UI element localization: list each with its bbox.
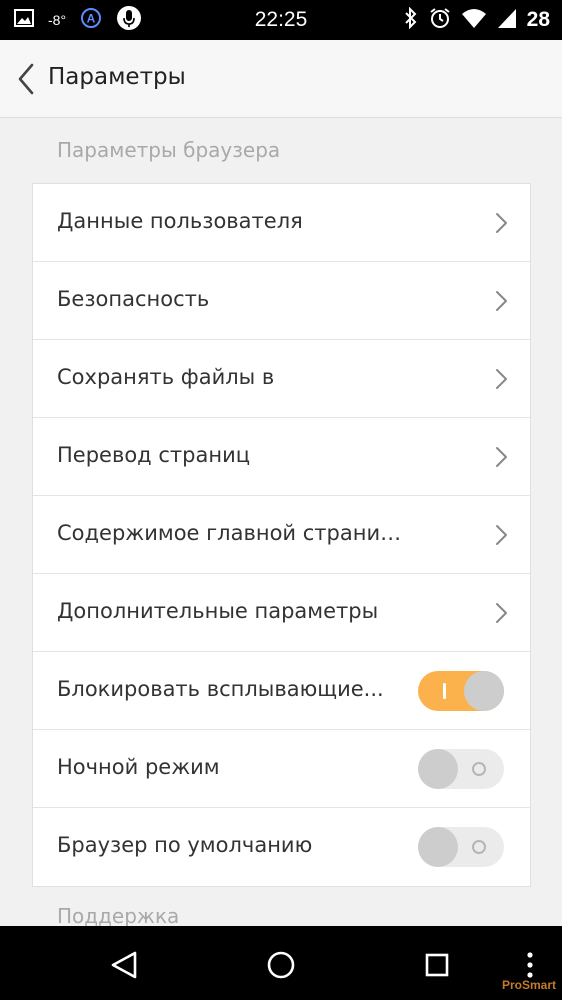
settings-row-label: Браузер по умолчанию	[57, 833, 313, 857]
signal-icon	[497, 7, 517, 33]
settings-row-label: Сохранять файлы в	[57, 365, 275, 389]
alarm-icon	[429, 7, 451, 33]
back-arrow-icon	[18, 63, 34, 95]
settings-row-block-popups: Блокировать всплывающие...	[33, 652, 530, 730]
settings-row-label: Безопасность	[57, 287, 210, 311]
chevron-right-icon	[496, 603, 507, 623]
section-title-browser: Параметры браузера	[57, 138, 281, 162]
nav-more-button[interactable]	[518, 948, 542, 982]
settings-row-label: Содержимое главной страницы	[57, 521, 407, 545]
circle-home-icon	[267, 951, 295, 979]
nav-recents-button[interactable]	[420, 948, 454, 982]
settings-row-label: Ночной режим	[57, 755, 220, 779]
wifi-icon	[461, 7, 487, 33]
settings-card: Данные пользователя Безопасность Сохраня…	[32, 183, 531, 887]
more-vertical-icon	[527, 952, 533, 978]
back-button[interactable]	[8, 60, 44, 98]
settings-row-user-data[interactable]: Данные пользователя	[33, 184, 530, 262]
app-bar: Параметры	[0, 40, 562, 118]
settings-row-home-content[interactable]: Содержимое главной страницы	[33, 496, 530, 574]
nav-back-button[interactable]	[107, 948, 141, 982]
toggle-off-mark	[472, 840, 486, 854]
navigation-bar: ProSmart	[0, 926, 562, 1000]
watermark-logo: ProSmart	[501, 978, 556, 992]
settings-row-translate[interactable]: Перевод страниц	[33, 418, 530, 496]
block-popups-toggle[interactable]	[418, 671, 504, 711]
triangle-back-icon	[111, 951, 137, 979]
settings-row-label: Данные пользователя	[57, 209, 303, 233]
toggle-knob	[418, 749, 458, 789]
chevron-right-icon	[496, 369, 507, 389]
status-bar: -8° A 22:25 28	[0, 0, 562, 40]
chevron-right-icon	[496, 525, 507, 545]
nav-home-button[interactable]	[264, 948, 298, 982]
toggle-off-mark	[472, 762, 486, 776]
page-title: Параметры	[48, 64, 186, 90]
night-mode-toggle[interactable]	[418, 749, 504, 789]
chevron-right-icon	[496, 291, 507, 311]
settings-row-security[interactable]: Безопасность	[33, 262, 530, 340]
toggle-knob	[464, 671, 504, 711]
chevron-right-icon	[496, 213, 507, 233]
toggle-on-mark	[443, 683, 446, 699]
chevron-right-icon	[496, 447, 507, 467]
square-recents-icon	[425, 953, 449, 977]
settings-row-label: Перевод страниц	[57, 443, 251, 467]
battery-level: 28	[526, 8, 550, 31]
settings-row-default-browser: Браузер по умолчанию	[33, 808, 530, 886]
default-browser-toggle[interactable]	[418, 827, 504, 867]
toggle-knob	[418, 827, 458, 867]
bluetooth-icon	[403, 6, 419, 33]
section-title-support: Поддержка	[57, 904, 180, 928]
settings-row-night-mode: Ночной режим	[33, 730, 530, 808]
settings-row-label: Блокировать всплывающие...	[57, 677, 384, 701]
settings-row-advanced[interactable]: Дополнительные параметры	[33, 574, 530, 652]
settings-row-label: Дополнительные параметры	[57, 599, 379, 623]
settings-row-save-files[interactable]: Сохранять файлы в	[33, 340, 530, 418]
status-bar-right: 28	[403, 6, 550, 34]
